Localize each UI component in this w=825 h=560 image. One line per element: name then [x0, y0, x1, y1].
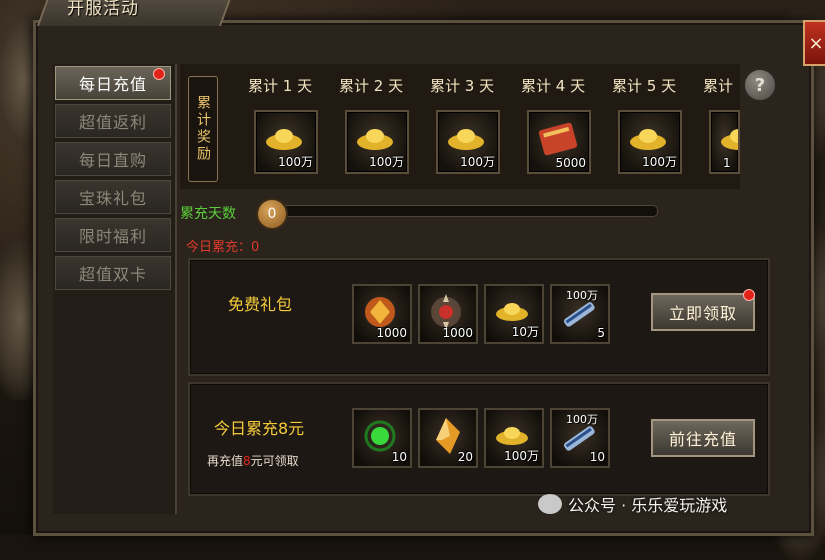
hint-remaining-amount: 8 [243, 454, 251, 468]
reward-slot-day-3[interactable]: 100万 [436, 110, 500, 174]
free-pack-item-4[interactable]: 100万 5 [550, 284, 610, 344]
day-1-label: 累计 1 天 [248, 77, 313, 95]
reward-qty: 100万 [278, 155, 313, 169]
reward-slot-day-1[interactable]: 100万 [254, 110, 318, 174]
reward-qty: 100万 [369, 155, 404, 169]
free-pack-item-3[interactable]: 10万 [484, 284, 544, 344]
item-qty: 1000 [442, 326, 473, 340]
day-5-label: 累计 5 天 [612, 77, 677, 95]
title-bar: 开服活动 [0, 0, 235, 26]
topup-reward-item-4[interactable]: 100万 10 [550, 408, 610, 468]
sidebar-item-limited-welfare[interactable]: 限时福利 [55, 218, 171, 252]
day-2-label: 累计 2 天 [339, 77, 404, 95]
reward-qty: 100万 [642, 155, 677, 169]
item-top-qty: 100万 [566, 413, 598, 426]
item-top-qty: 100万 [566, 289, 598, 302]
claim-notification-dot [743, 289, 755, 301]
today-topup-text: 今日累充：0 [186, 240, 260, 255]
day-4-label: 累计 4 天 [521, 77, 586, 95]
topup-reward-hint: 再充值8元可领取 [207, 452, 299, 469]
go-topup-button[interactable]: 前往充值 [651, 419, 755, 457]
hint-prefix: 再充值 [207, 454, 244, 468]
claim-now-button[interactable]: 立即领取 [651, 293, 755, 331]
sidebar-item-rebate[interactable]: 超值返利 [55, 104, 171, 138]
item-qty: 20 [457, 450, 473, 464]
sidebar-menu: 每日充值 超值返利 每日直购 宝珠礼包 限时福利 超值双卡 [53, 64, 177, 514]
reward-qty: 5000 [555, 156, 586, 170]
day-3-label: 累计 3 天 [430, 77, 495, 95]
item-qty: 100万 [504, 449, 539, 463]
help-button[interactable]: ? [743, 68, 777, 102]
topup-reward-title: 今日累充8元 [214, 419, 305, 438]
topup-days-label: 累充天数 [180, 206, 236, 222]
progress-knob: 0 [256, 198, 288, 230]
reward-slot-day-4[interactable]: 5000 [527, 110, 591, 174]
sidebar-item-pearl-pack[interactable]: 宝珠礼包 [55, 180, 171, 214]
item-qty: 10 [589, 450, 605, 464]
free-pack-item-1[interactable]: 1000 [352, 284, 412, 344]
reward-qty: 1 [723, 156, 731, 170]
reward-slot-day-6[interactable]: 1 [709, 110, 740, 174]
free-pack-item-2[interactable]: 1000 [418, 284, 478, 344]
item-qty: 1000 [376, 326, 407, 340]
sidebar-item-double-card[interactable]: 超值双卡 [55, 256, 171, 290]
progress-track [268, 205, 658, 217]
reward-slot-day-2[interactable]: 100万 [345, 110, 409, 174]
wechat-icon [538, 494, 562, 514]
close-button[interactable]: × [803, 20, 825, 66]
sidebar-item-daily-purchase[interactable]: 每日直购 [55, 142, 171, 176]
watermark-text: 公众号 · 乐乐爱玩游戏 [568, 496, 728, 515]
cumulative-reward-label: 累计奖励 [188, 76, 218, 182]
notification-dot [153, 68, 165, 80]
topup-reward-item-3[interactable]: 100万 [484, 408, 544, 468]
topup-reward-item-2[interactable]: 20 [418, 408, 478, 468]
watermark: 公众号 · 乐乐爱玩游戏 [538, 492, 727, 516]
hint-suffix: 元可领取 [250, 454, 299, 468]
item-qty: 5 [597, 326, 605, 340]
topup-reward-item-1[interactable]: 10 [352, 408, 412, 468]
item-qty: 10 [391, 450, 407, 464]
window-title: 开服活动 [67, 0, 139, 19]
reward-qty: 100万 [460, 155, 495, 169]
item-qty: 10万 [511, 325, 539, 339]
free-pack-title: 免费礼包 [228, 295, 293, 314]
day-6-label: 累计 [703, 77, 734, 95]
reward-slot-day-5[interactable]: 100万 [618, 110, 682, 174]
